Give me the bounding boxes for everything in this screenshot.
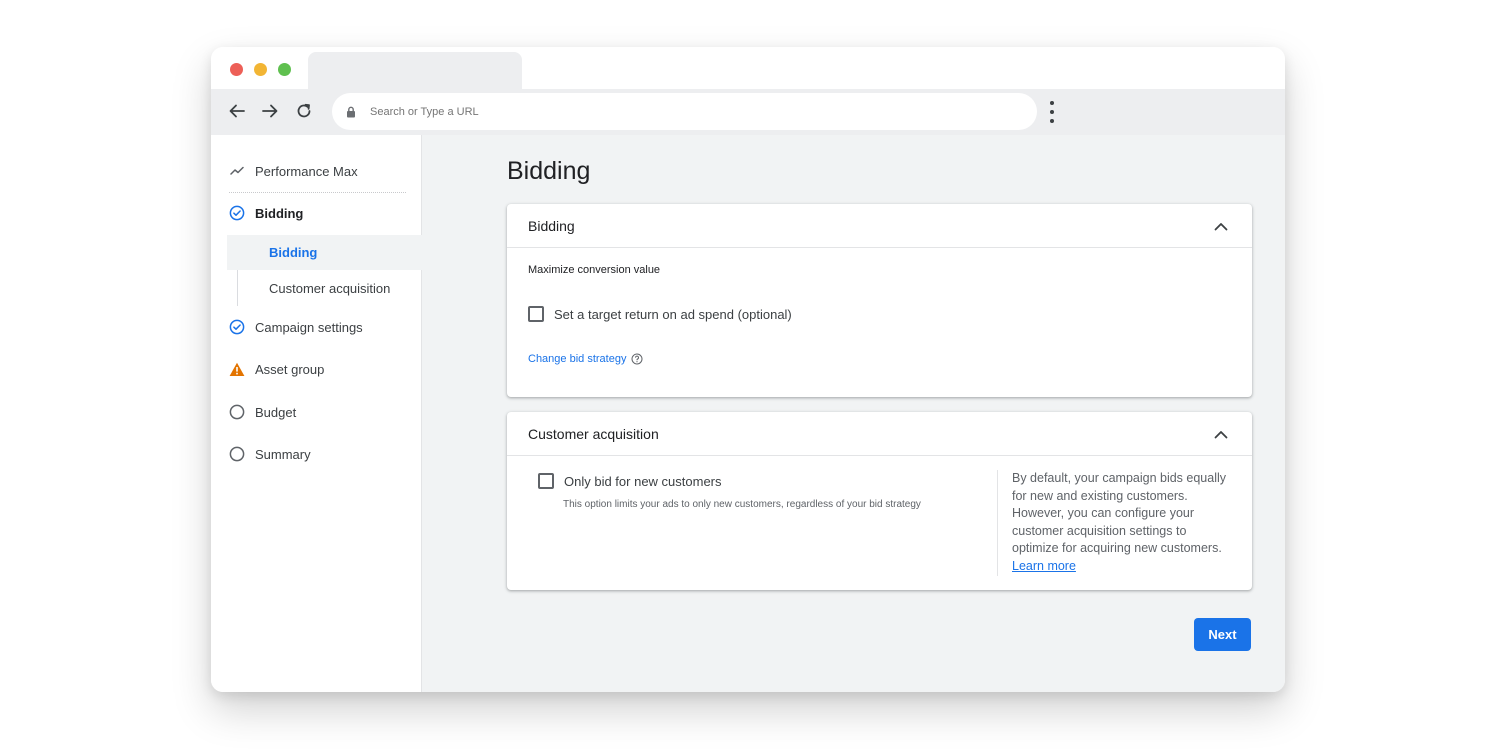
sidebar-item-summary[interactable]: Summary xyxy=(229,445,311,463)
sidebar-header-label: Performance Max xyxy=(255,163,358,179)
help-icon[interactable] xyxy=(631,353,643,365)
new-customers-hint: This option limits your ads to only new … xyxy=(563,499,921,510)
reload-icon[interactable] xyxy=(292,99,316,123)
sidebar-item-label: Bidding xyxy=(255,205,304,221)
bidding-card-header[interactable]: Bidding xyxy=(507,204,1252,248)
target-roas-checkbox[interactable] xyxy=(528,306,544,322)
forward-arrow-icon[interactable] xyxy=(258,99,282,123)
change-bid-strategy[interactable]: Change bid strategy xyxy=(528,353,643,365)
browser-tab[interactable] xyxy=(308,52,522,89)
subnav-item-bidding[interactable]: Bidding xyxy=(227,235,422,270)
chevron-up-icon[interactable] xyxy=(1212,217,1230,235)
new-customers-label: Only bid for new customers xyxy=(564,473,722,489)
title-bar xyxy=(211,47,1285,89)
check-circle-icon xyxy=(229,205,245,221)
app-content: Performance Max Bidding Bidding Customer… xyxy=(211,135,1285,692)
sidebar-item-label: Campaign settings xyxy=(255,319,363,335)
sidebar-item-label: Budget xyxy=(255,404,297,420)
subnav-item-label: Bidding xyxy=(269,245,318,260)
empty-circle-icon xyxy=(229,404,245,420)
new-customers-option[interactable]: Only bid for new customers xyxy=(538,473,722,489)
browser-window: Performance Max Bidding Bidding Customer… xyxy=(211,47,1285,692)
close-window-button[interactable] xyxy=(230,63,243,76)
customer-acquisition-card: Customer acquisition Only bid for new cu… xyxy=(507,412,1252,590)
browser-toolbar xyxy=(211,89,1285,135)
sidebar-item-budget[interactable]: Budget xyxy=(229,403,296,421)
back-arrow-icon[interactable] xyxy=(225,99,249,123)
url-input[interactable] xyxy=(370,105,970,118)
minimize-window-button[interactable] xyxy=(254,63,267,76)
subnav-item-customer-acquisition[interactable]: Customer acquisition xyxy=(227,271,422,306)
more-menu-icon[interactable] xyxy=(1045,99,1059,125)
target-roas-option[interactable]: Set a target return on ad spend (optiona… xyxy=(528,306,792,322)
target-roas-label: Set a target return on ad spend (optiona… xyxy=(554,306,792,322)
lock-icon xyxy=(346,105,360,119)
subnav-item-label: Customer acquisition xyxy=(269,281,391,296)
customer-acquisition-card-header[interactable]: Customer acquisition xyxy=(507,412,1252,456)
empty-circle-icon xyxy=(229,446,245,462)
info-text: By default, your campaign bids equally f… xyxy=(1012,471,1227,556)
bidding-card: Bidding Maximize conversion value Set a … xyxy=(507,204,1252,397)
learn-more-link[interactable]: Learn more xyxy=(1012,559,1076,573)
sidebar-header[interactable]: Performance Max xyxy=(229,162,358,180)
new-customers-checkbox[interactable] xyxy=(538,473,554,489)
sidebar-divider xyxy=(229,192,406,193)
trend-icon xyxy=(229,163,245,179)
bid-strategy-label: Maximize conversion value xyxy=(528,264,661,276)
sidebar-item-campaign-settings[interactable]: Campaign settings xyxy=(229,318,363,336)
customer-acquisition-card-title: Customer acquisition xyxy=(528,425,659,442)
main-panel: Bidding Bidding Maximize conversion valu… xyxy=(422,135,1285,692)
sidebar-item-label: Asset group xyxy=(255,361,325,377)
sidebar-item-asset-group[interactable]: Asset group xyxy=(229,360,324,378)
bidding-card-title: Bidding xyxy=(528,217,575,234)
campaign-sidebar: Performance Max Bidding Bidding Customer… xyxy=(211,135,422,692)
page-title: Bidding xyxy=(507,157,591,185)
warning-icon xyxy=(229,361,245,377)
check-circle-icon xyxy=(229,319,245,335)
info-divider xyxy=(997,470,998,576)
maximize-window-button[interactable] xyxy=(278,63,291,76)
chevron-up-icon[interactable] xyxy=(1212,425,1230,443)
next-button[interactable]: Next xyxy=(1194,618,1251,651)
change-bid-strategy-link[interactable]: Change bid strategy xyxy=(528,353,626,365)
sidebar-item-label: Summary xyxy=(255,446,311,462)
customer-acquisition-info: By default, your campaign bids equally f… xyxy=(1012,470,1227,576)
sidebar-item-bidding[interactable]: Bidding xyxy=(229,204,303,222)
address-bar[interactable] xyxy=(332,93,1037,130)
